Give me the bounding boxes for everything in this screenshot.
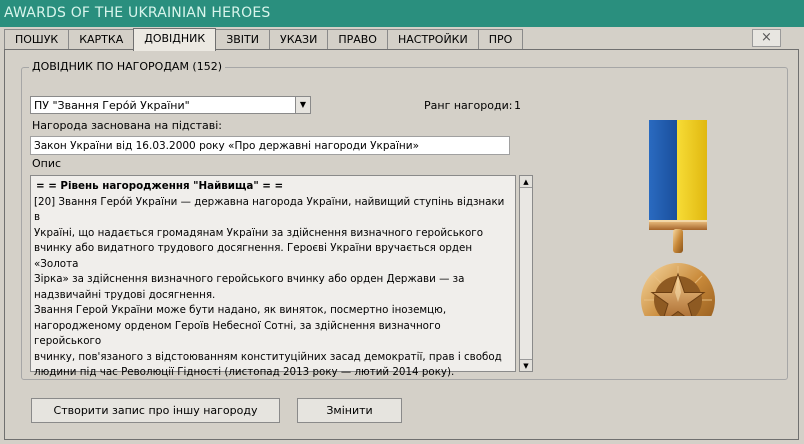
description-line: надзвичайні трудові досягнення.: [34, 288, 216, 301]
tab-settings[interactable]: НАСТРОЙКИ: [386, 29, 479, 50]
close-button[interactable]: ×: [752, 29, 781, 47]
award-select[interactable]: ПУ "Звання Геро́й України" ▼: [30, 96, 311, 114]
description-scrollbar[interactable]: ▲ ▼: [519, 175, 533, 372]
rank-value: 1: [514, 99, 521, 112]
tab-about[interactable]: ПРО: [477, 29, 524, 50]
change-button[interactable]: Змінити: [297, 398, 402, 423]
chevron-down-icon[interactable]: ▼: [295, 97, 310, 113]
description-line: Україні, що надається громадянам України…: [34, 226, 484, 239]
description-line: Зірка» за здійснення визначного геройськ…: [34, 273, 465, 285]
ribbon-yellow-stripe: [677, 120, 707, 224]
rank-label: Ранг нагороди:: [424, 99, 513, 112]
ribbon-blue-stripe: [649, 120, 677, 224]
description-textarea[interactable]: = = Рівень нагородження "Найвища" = = [2…: [30, 175, 516, 378]
create-award-record-button[interactable]: Створити запис про іншу нагороду: [31, 398, 280, 423]
description-line: Звання Герой України може бути надано, я…: [34, 304, 447, 316]
awards-reference-group: ДОВІДНИК ПО НАГОРОДАМ (152) ПУ "Звання Г…: [21, 60, 788, 380]
arrow-up-icon[interactable]: ▲: [520, 176, 532, 188]
award-select-value: ПУ "Звання Геро́й України": [34, 99, 190, 112]
award-image: [641, 120, 715, 316]
description-line: [20] Звання Геро́й України — державна на…: [34, 195, 505, 224]
window-title: AWARDS OF THE UKRAINIAN HEROES: [4, 5, 271, 21]
arrow-down-icon[interactable]: ▼: [520, 359, 532, 371]
description-heading: = = Рівень нагородження "Найвища" = =: [36, 180, 284, 192]
basis-field[interactable]: Закон України від 16.03.2000 року «Про д…: [30, 136, 510, 155]
basis-label: Нагорода заснована на підставі:: [32, 119, 223, 132]
description-text: = = Рівень нагородження "Найвища" = = [2…: [34, 179, 510, 381]
medal-connector: [673, 229, 683, 253]
tab-law[interactable]: ПРАВО: [327, 29, 388, 50]
tab-decrees[interactable]: УКАЗИ: [269, 29, 329, 50]
description-line: вчинку, пов'язаного з відстоюванням конс…: [34, 350, 502, 363]
reference-panel: ДОВІДНИК ПО НАГОРОДАМ (152) ПУ "Звання Г…: [4, 49, 799, 440]
basis-value: Закон України від 16.03.2000 року «Про д…: [34, 140, 420, 152]
close-icon: ×: [761, 30, 772, 45]
tab-reports[interactable]: ЗВІТИ: [215, 29, 270, 50]
description-line: людини під час Революції Гідності (листо…: [34, 366, 455, 378]
tab-reference[interactable]: ДОВІДНИК: [133, 28, 217, 51]
tab-bar: ПОШУК КАРТКА ДОВІДНИК ЗВІТИ УКАЗИ ПРАВО …: [4, 28, 524, 51]
description-label: Опис: [32, 157, 62, 170]
description-line: нагородженому орденом Героїв Небесної Со…: [34, 319, 441, 348]
tab-search[interactable]: ПОШУК: [4, 29, 70, 50]
description-line: вчинку або видатного трудового досягненн…: [34, 242, 473, 270]
tab-card[interactable]: КАРТКА: [68, 29, 135, 50]
group-legend: ДОВІДНИК ПО НАГОРОДАМ (152): [29, 60, 226, 73]
window-titlebar: AWARDS OF THE UKRAINIAN HEROES: [0, 0, 804, 27]
